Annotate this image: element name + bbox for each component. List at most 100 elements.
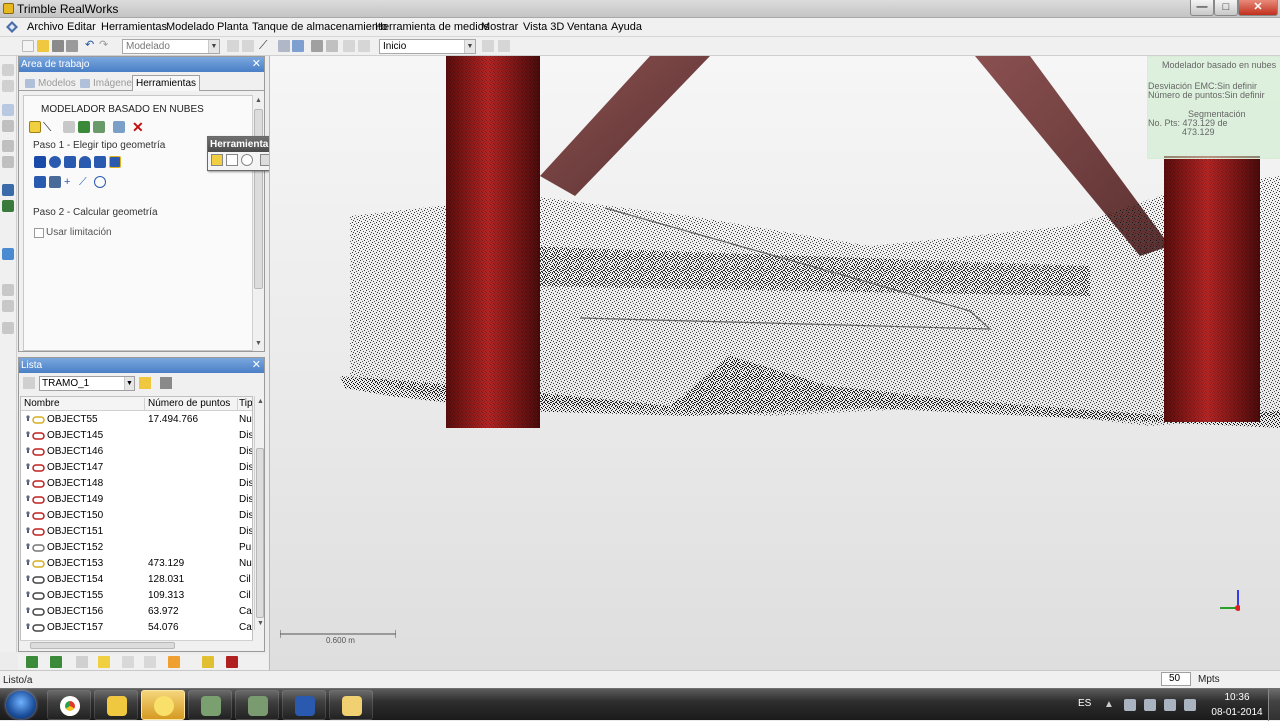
bottom-icon-3[interactable]	[76, 656, 88, 668]
column-type[interactable]: Tip	[239, 398, 252, 410]
list-item[interactable]: OBJECT156 63.972 Ca	[21, 604, 252, 620]
maximize-button[interactable]: □	[1214, 0, 1238, 16]
menu-archivo[interactable]: Archivo	[27, 21, 64, 33]
tool-icon-4[interactable]	[292, 40, 304, 52]
scroll-up-icon[interactable]: ▲	[254, 96, 263, 105]
list-item[interactable]: OBJECT151 Dis	[21, 524, 252, 540]
tool-icon-2[interactable]	[242, 40, 254, 52]
strip-icon-7[interactable]	[2, 184, 14, 196]
plane-icon[interactable]	[34, 156, 46, 168]
menu-editar[interactable]: Editar	[67, 21, 96, 33]
extrusion-icon[interactable]	[34, 176, 46, 188]
tool-a-icon[interactable]	[63, 121, 75, 133]
scroll-down-icon[interactable]: ▼	[256, 619, 265, 628]
strip-icon-6[interactable]	[2, 156, 14, 168]
sphere-icon[interactable]	[49, 156, 61, 168]
tool-b-icon[interactable]	[113, 121, 125, 133]
volume-icon[interactable]	[1184, 699, 1196, 711]
list-item[interactable]: OBJECT145 Dis	[21, 428, 252, 444]
list-item[interactable]: OBJECT148 Dis	[21, 476, 252, 492]
scroll-up-icon[interactable]: ▲	[256, 397, 265, 406]
steel-icon[interactable]	[49, 176, 61, 188]
list-scrollbar[interactable]: ▲ ▼	[254, 396, 264, 630]
list-item[interactable]: OBJECT147 Dis	[21, 460, 252, 476]
mpts-input[interactable]: 50	[1161, 672, 1191, 686]
bottom-icon-7[interactable]	[168, 656, 180, 668]
cylinder-tool-icon[interactable]	[64, 156, 76, 168]
list-item[interactable]: OBJECT153 473.129 Nu	[21, 556, 252, 572]
menu-planta[interactable]: Planta	[217, 21, 248, 33]
tool-icon-8[interactable]	[358, 40, 370, 52]
column-name[interactable]: Nombre	[24, 398, 145, 410]
3d-viewport[interactable]: Modelador basado en nubes Desviación EMC…	[269, 56, 1280, 670]
bottom-icon-4[interactable]	[98, 656, 110, 668]
taskbar-app-4[interactable]	[188, 690, 232, 720]
measure-icon[interactable]: ⟋	[259, 39, 271, 52]
list-hscrollbar[interactable]	[20, 640, 253, 649]
language-indicator[interactable]: ES	[1078, 698, 1091, 709]
strip-icon-1[interactable]	[2, 64, 14, 76]
tray-expand-icon[interactable]: ▲	[1104, 699, 1116, 711]
tab-modelos[interactable]: Modelos	[21, 75, 80, 91]
menu-tanque[interactable]: Tanque de almacenamiento	[252, 21, 387, 33]
redo-icon[interactable]: ↷	[99, 40, 111, 52]
tool-icon-6[interactable]	[326, 40, 338, 52]
scroll-thumb[interactable]	[256, 448, 264, 618]
close-button[interactable]: ✕	[1238, 0, 1278, 16]
strip-icon-9[interactable]	[2, 322, 14, 334]
list-item[interactable]: OBJECT157 54.076 Ca	[21, 620, 252, 636]
app-logo-icon[interactable]	[5, 20, 19, 34]
clock-date[interactable]: 08-01-2014	[1210, 707, 1264, 718]
cone-icon[interactable]	[79, 156, 91, 168]
new-file-icon[interactable]	[22, 40, 34, 52]
line-tool-icon[interactable]: ⟍	[43, 121, 55, 133]
taskbar-chrome[interactable]	[47, 690, 91, 720]
list-item[interactable]: OBJECT55 17.494.766 Nu	[21, 412, 252, 428]
list-item[interactable]: OBJECT155 109.313 Cil	[21, 588, 252, 604]
tray-icon-2[interactable]	[1164, 699, 1176, 711]
box-tool-icon[interactable]	[109, 156, 121, 168]
circle-icon[interactable]	[94, 176, 106, 188]
column-points[interactable]: Número de puntos	[148, 398, 238, 410]
strip-icon-5[interactable]	[2, 140, 14, 152]
undo-icon[interactable]: ↶	[85, 40, 97, 52]
close-icon[interactable]: ✕	[252, 358, 261, 373]
menu-herramientas[interactable]: Herramientas	[101, 21, 167, 33]
list-item[interactable]: OBJECT146 Dis	[21, 444, 252, 460]
open-folder-icon[interactable]	[37, 40, 49, 52]
tool-icon-10[interactable]	[498, 40, 510, 52]
list-item[interactable]: OBJECT152 Pu	[21, 540, 252, 556]
folder-icon[interactable]	[139, 377, 151, 389]
menu-herramienta-medios[interactable]: Herramienta de medios	[375, 21, 489, 33]
shield-icon[interactable]	[93, 121, 105, 133]
menu-mostrar[interactable]: Mostrar	[481, 21, 518, 33]
menu-ventana[interactable]: Ventana	[567, 21, 607, 33]
strip-icon-4[interactable]	[2, 120, 14, 132]
hscroll-thumb[interactable]	[30, 642, 175, 649]
tab-herramientas[interactable]: Herramientas	[132, 75, 201, 91]
strip-icon-3[interactable]	[2, 104, 14, 116]
bottom-icon-8[interactable]	[202, 656, 214, 668]
save-icon[interactable]	[52, 40, 64, 52]
start-button[interactable]	[6, 691, 36, 719]
show-desktop-button[interactable]	[1268, 689, 1280, 721]
taskbar-word[interactable]	[282, 690, 326, 720]
list-item[interactable]: OBJECT149 Dis	[21, 492, 252, 508]
bottom-icon-9[interactable]	[226, 656, 238, 668]
clock-time[interactable]: 10:36	[1210, 692, 1264, 703]
rectangle-select-icon[interactable]	[226, 154, 238, 166]
taskbar-app-5[interactable]	[235, 690, 279, 720]
list-item[interactable]: OBJECT154 128.031 Cil	[21, 572, 252, 588]
tool-icon-7[interactable]	[343, 40, 355, 52]
minimize-button[interactable]: —	[1190, 0, 1214, 16]
print-icon[interactable]	[66, 40, 78, 52]
strip-icon-2[interactable]	[2, 80, 14, 92]
project-combo[interactable]: TRAMO_1 ▼	[39, 376, 135, 391]
scroll-down-icon[interactable]: ▼	[254, 339, 263, 348]
zoom-in-icon[interactable]	[2, 284, 14, 296]
limitation-checkbox[interactable]	[34, 228, 44, 238]
check-icon[interactable]	[78, 121, 90, 133]
close-icon[interactable]: ✕	[252, 57, 261, 72]
taskbar-explorer[interactable]	[329, 690, 373, 720]
polygon-select-icon[interactable]	[211, 154, 223, 166]
